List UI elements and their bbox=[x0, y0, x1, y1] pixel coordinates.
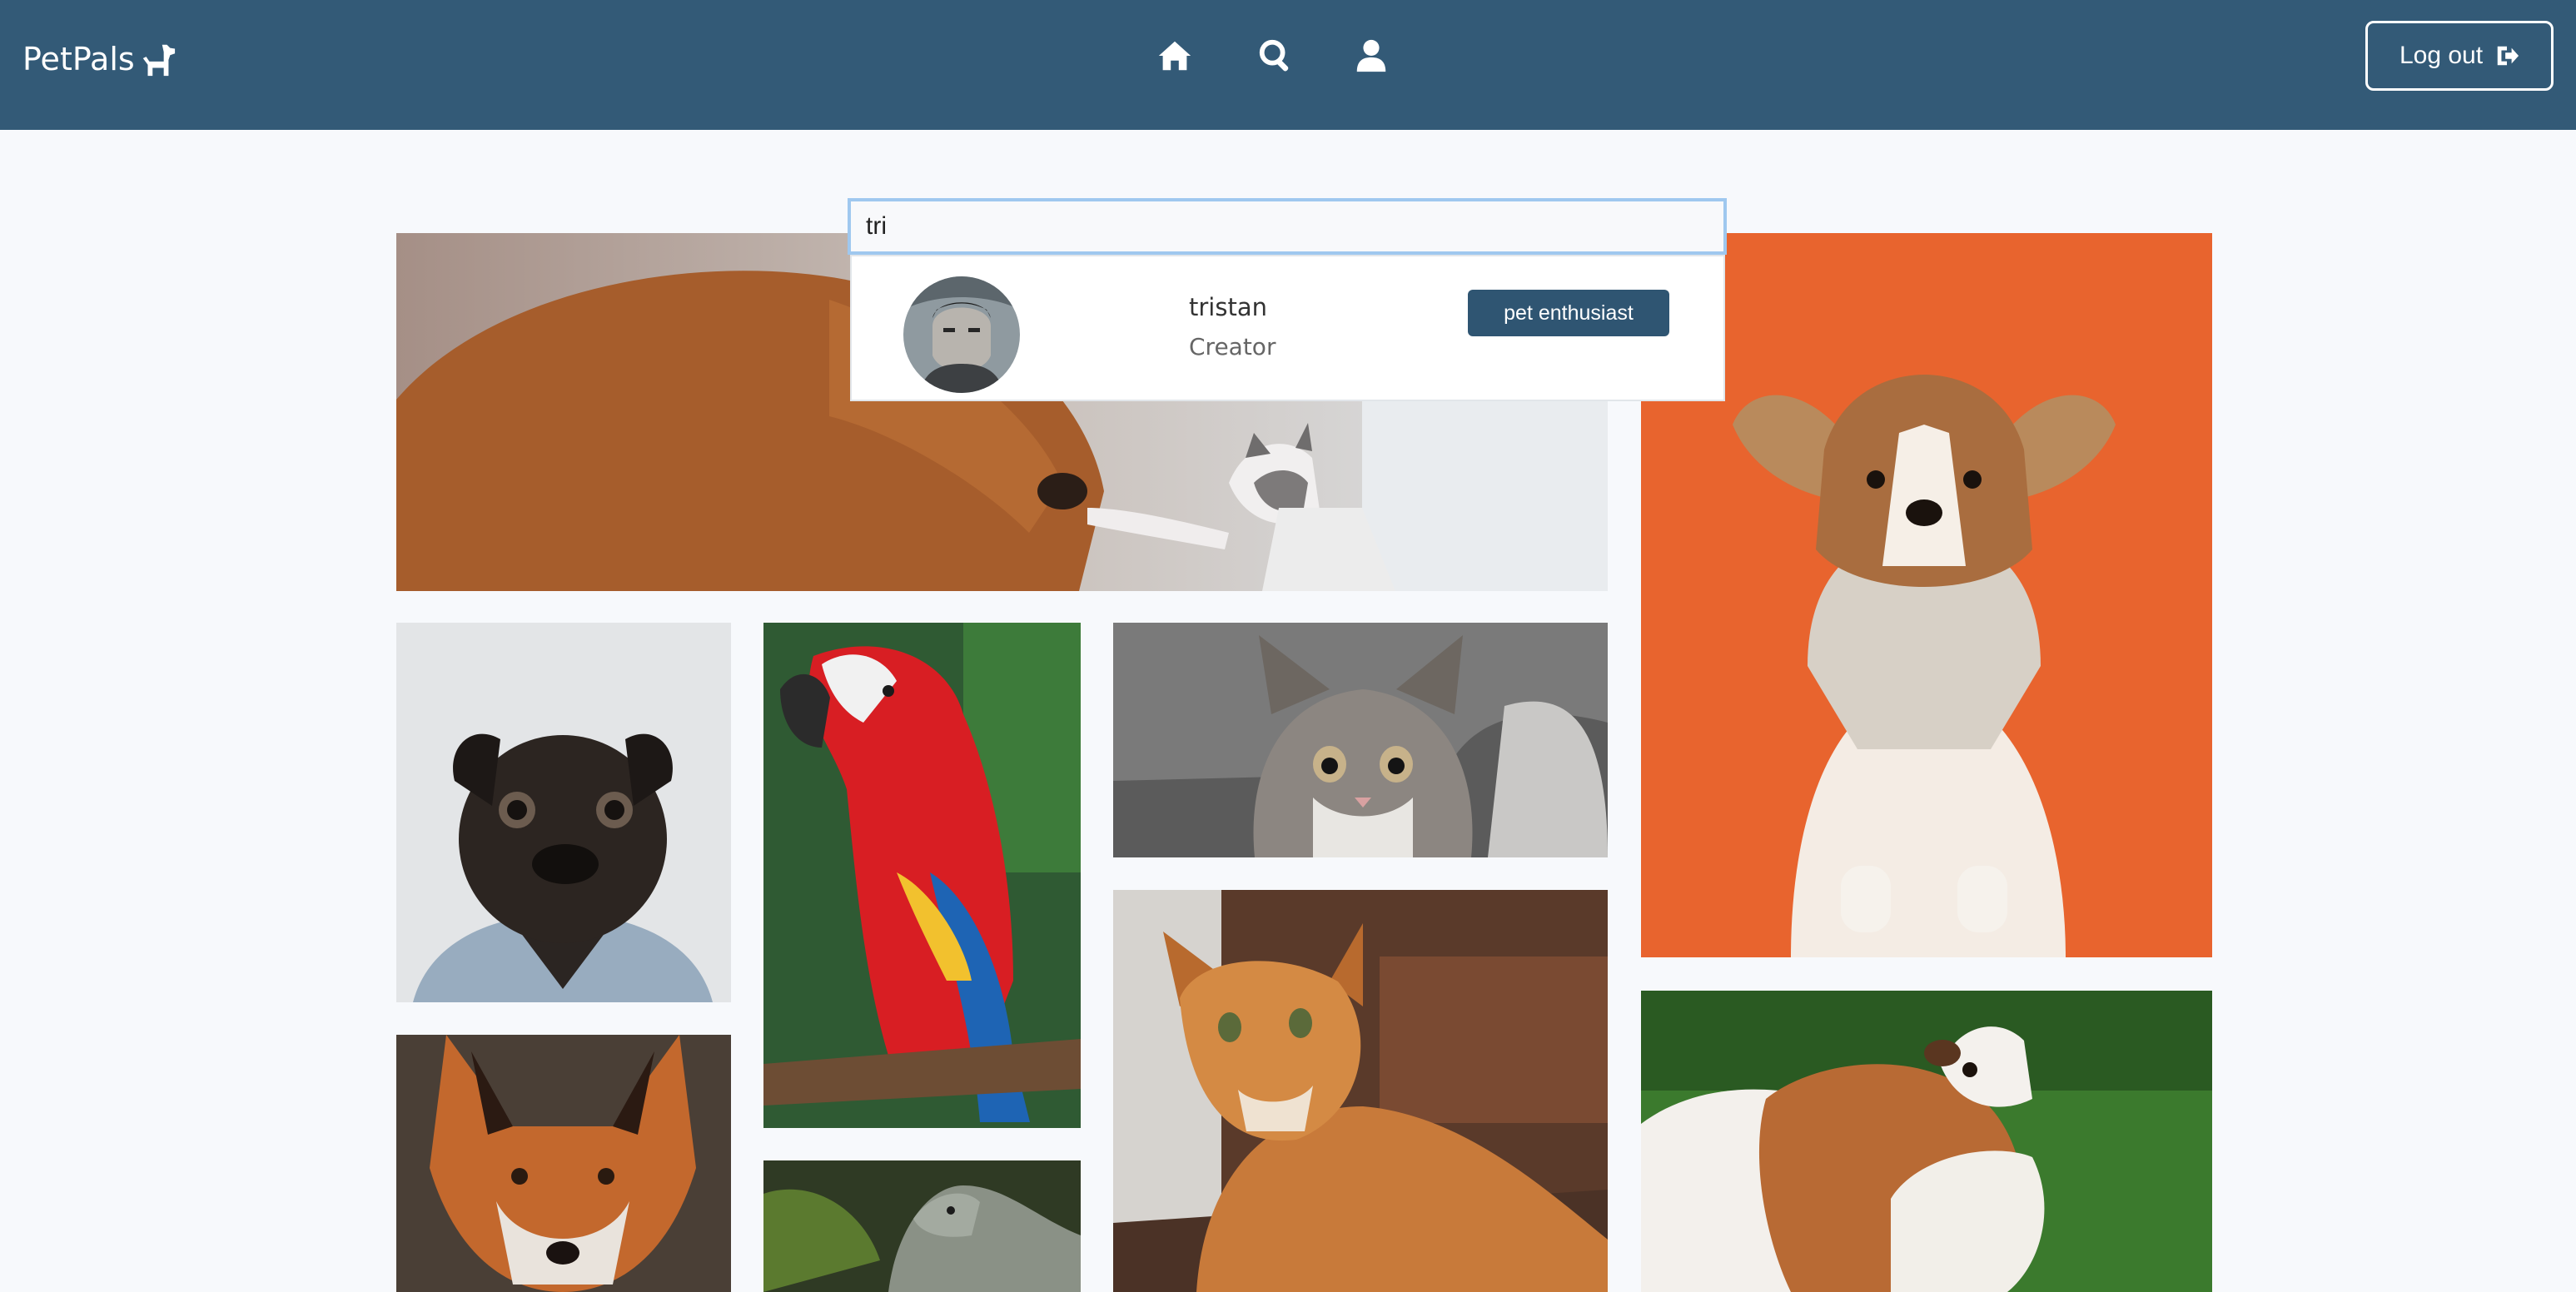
search-results-dropdown: tristan Creator pet enthusiast bbox=[850, 255, 1725, 401]
pug-image bbox=[396, 623, 731, 1002]
user-badge-button[interactable]: pet enthusiast bbox=[1468, 290, 1669, 336]
dog-icon bbox=[142, 44, 175, 77]
brand-logo[interactable]: PetPals bbox=[22, 40, 177, 78]
gallery-image[interactable] bbox=[1113, 623, 1608, 857]
gallery-image[interactable] bbox=[396, 623, 731, 1002]
gallery-image[interactable] bbox=[763, 623, 1081, 1128]
nav-home[interactable] bbox=[1152, 33, 1197, 78]
home-icon bbox=[1158, 41, 1191, 71]
logout-button[interactable]: Log out bbox=[2365, 21, 2554, 91]
macaw-image bbox=[763, 623, 1081, 1128]
gallery-image[interactable] bbox=[1641, 991, 2212, 1292]
avatar[interactable] bbox=[903, 276, 1020, 393]
gallery-image[interactable] bbox=[763, 1160, 1081, 1292]
brand-name: PetPals bbox=[22, 41, 135, 77]
orange-cat-image bbox=[1113, 890, 1608, 1292]
search-input[interactable] bbox=[848, 198, 1727, 255]
corgi-puppy-image bbox=[1641, 233, 2212, 957]
fox-image bbox=[396, 1035, 731, 1292]
gallery-image[interactable] bbox=[1641, 233, 2212, 957]
user-avatar-image bbox=[903, 276, 1020, 393]
gallery-image[interactable] bbox=[396, 1035, 731, 1292]
guinea-pig-image bbox=[1641, 991, 2212, 1292]
sign-out-icon bbox=[2497, 46, 2519, 66]
nav-search[interactable] bbox=[1253, 33, 1298, 78]
result-username[interactable]: tristan bbox=[1189, 293, 1267, 321]
gallery-image[interactable] bbox=[1113, 890, 1608, 1292]
logout-label: Log out bbox=[2399, 42, 2484, 69]
nav-profile[interactable] bbox=[1349, 33, 1394, 78]
kitten-image bbox=[1113, 623, 1608, 857]
user-icon bbox=[1356, 39, 1386, 72]
top-navbar: PetPals Log out bbox=[0, 0, 2576, 130]
search-icon bbox=[1259, 39, 1289, 72]
iguana-image bbox=[763, 1160, 1081, 1292]
result-role: Creator bbox=[1189, 333, 1276, 360]
